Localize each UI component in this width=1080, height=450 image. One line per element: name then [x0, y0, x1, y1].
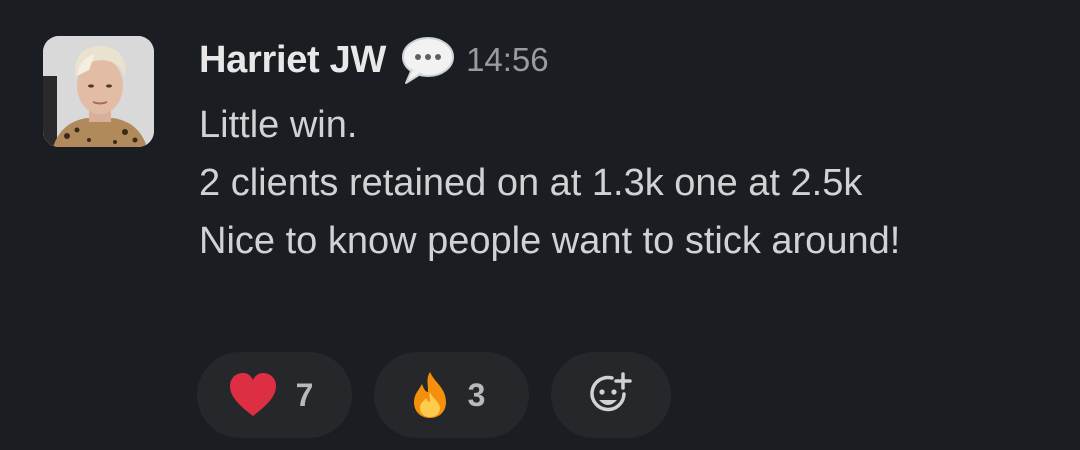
add-emoji-icon: [590, 372, 632, 412]
reaction-bar: 7 3: [197, 352, 671, 438]
message-line: 2 clients retained on at 1.3k one at 2.5…: [199, 162, 863, 204]
avatar[interactable]: [43, 36, 154, 147]
message: Harriet JW 14:56 Little win. 2 clients r…: [0, 0, 1080, 450]
author-name[interactable]: Harriet JW: [199, 39, 386, 82]
reaction-count: 3: [467, 376, 486, 413]
message-line: Nice to know people want to stick around…: [199, 220, 901, 262]
avatar-photo: [43, 36, 154, 147]
heart-icon: [229, 373, 276, 416]
message-line: Little win.: [199, 104, 358, 146]
message-body: Little win. 2 clients retained on at 1.3…: [199, 96, 1059, 270]
speech-bubble-icon: [400, 35, 456, 85]
message-header: Harriet JW 14:56: [199, 32, 549, 88]
fire-icon: [413, 372, 446, 418]
reaction-count: 7: [295, 376, 314, 413]
reaction-fire[interactable]: 3: [374, 352, 529, 438]
reaction-heart[interactable]: 7: [197, 352, 352, 438]
message-timestamp[interactable]: 14:56: [466, 41, 549, 79]
add-reaction-button[interactable]: [551, 352, 671, 438]
